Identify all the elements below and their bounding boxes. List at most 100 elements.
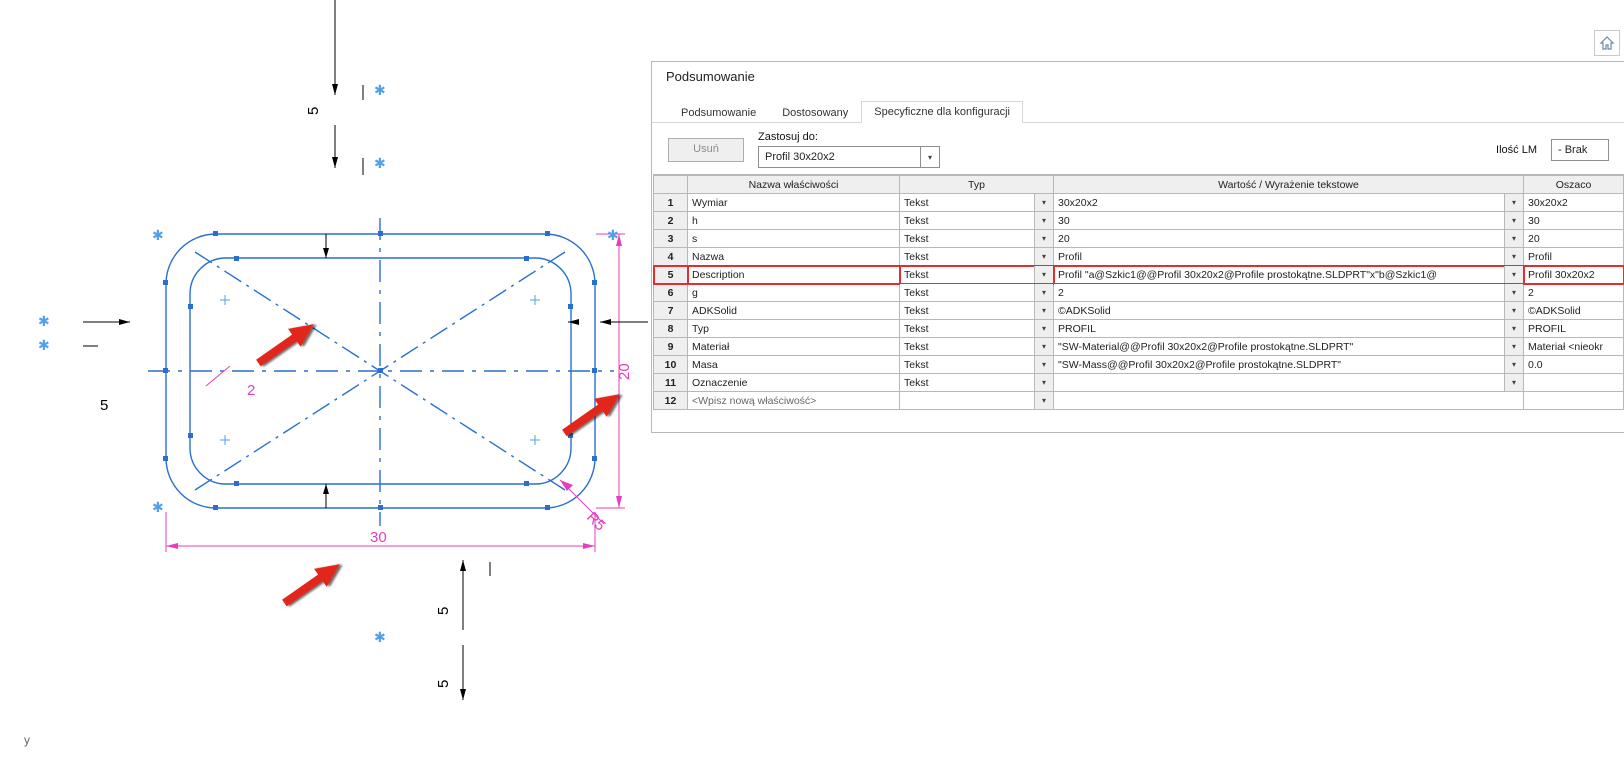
delete-button[interactable]: Usuń: [668, 138, 744, 162]
tab-config-specific[interactable]: Specyficzne dla konfiguracji: [861, 101, 1023, 123]
cell-value[interactable]: ▾: [1054, 374, 1524, 392]
cell-type[interactable]: Tekst▾: [900, 230, 1054, 248]
row-number[interactable]: 1: [654, 194, 688, 212]
col-eval[interactable]: Oszaco: [1524, 176, 1624, 194]
col-value[interactable]: Wartość / Wyrażenie tekstowe: [1054, 176, 1524, 194]
cell-evaluated: PROFIL: [1524, 320, 1624, 338]
cell-value[interactable]: "SW-Mass@@Profil 30x20x2@Profile prostok…: [1054, 356, 1524, 374]
chevron-down-icon[interactable]: ▾: [1504, 212, 1523, 229]
cell-value[interactable]: Profil "a@Szkic1@@Profil 30x20x2@Profile…: [1054, 266, 1524, 284]
chevron-down-icon[interactable]: ▾: [1034, 248, 1053, 265]
row-number[interactable]: 4: [654, 248, 688, 266]
cell-name[interactable]: Typ: [688, 320, 900, 338]
row-number[interactable]: 3: [654, 230, 688, 248]
chevron-down-icon[interactable]: ▾: [1034, 284, 1053, 301]
cell-name[interactable]: Oznaczenie: [688, 374, 900, 392]
cell-type[interactable]: Tekst▾: [900, 194, 1054, 212]
chevron-down-icon[interactable]: ▾: [1034, 392, 1053, 409]
cell-value[interactable]: 30x20x2▾: [1054, 194, 1524, 212]
cell-value[interactable]: ©ADKSolid▾: [1054, 302, 1524, 320]
cell-value[interactable]: [1054, 392, 1524, 410]
chevron-down-icon[interactable]: ▾: [1034, 212, 1053, 229]
cell-name[interactable]: ADKSolid: [688, 302, 900, 320]
chevron-down-icon[interactable]: ▾: [1504, 248, 1523, 265]
dim-left-5: 5 ✱ ✱: [38, 315, 130, 414]
chevron-down-icon[interactable]: ▾: [1034, 302, 1053, 319]
cell-name[interactable]: <Wpisz nową właściwość>: [688, 392, 900, 410]
table-row[interactable]: 1WymiarTekst▾30x20x2▾30x20x2: [654, 194, 1624, 212]
col-name[interactable]: Nazwa właściwości: [688, 176, 900, 194]
cell-value[interactable]: 30▾: [1054, 212, 1524, 230]
chevron-down-icon[interactable]: ▾: [1034, 194, 1053, 211]
table-row[interactable]: 2hTekst▾30▾30: [654, 212, 1624, 230]
cell-name[interactable]: Nazwa: [688, 248, 900, 266]
cell-name[interactable]: Wymiar: [688, 194, 900, 212]
row-number[interactable]: 5: [654, 266, 688, 284]
chevron-down-icon[interactable]: ▾: [1034, 374, 1053, 391]
table-row[interactable]: 4NazwaTekst▾Profil▾Profil: [654, 248, 1624, 266]
row-number[interactable]: 7: [654, 302, 688, 320]
cell-value[interactable]: PROFIL▾: [1054, 320, 1524, 338]
cell-name[interactable]: s: [688, 230, 900, 248]
cell-type[interactable]: Tekst▾: [900, 212, 1054, 230]
table-row[interactable]: 5DescriptionTekst▾Profil "a@Szkic1@@Prof…: [654, 266, 1624, 284]
bom-qty-label: Ilość LM: [1496, 144, 1537, 156]
table-row[interactable]: 12<Wpisz nową właściwość> ▾: [654, 392, 1624, 410]
bom-combo[interactable]: - Brak: [1551, 139, 1609, 161]
cell-type[interactable]: Tekst▾: [900, 302, 1054, 320]
chevron-down-icon[interactable]: ▾: [1504, 302, 1523, 319]
table-row[interactable]: 6gTekst▾2▾2: [654, 284, 1624, 302]
cell-type[interactable]: Tekst▾: [900, 266, 1054, 284]
tab-custom[interactable]: Dostosowany: [769, 102, 861, 123]
cell-type[interactable]: Tekst▾: [900, 338, 1054, 356]
chevron-down-icon[interactable]: ▾: [1504, 284, 1523, 301]
chevron-down-icon[interactable]: ▾: [1034, 338, 1053, 355]
cell-type[interactable]: ▾: [900, 392, 1054, 410]
table-row[interactable]: 8TypTekst▾PROFIL▾PROFIL: [654, 320, 1624, 338]
chevron-down-icon[interactable]: ▾: [1034, 266, 1053, 283]
row-number[interactable]: 8: [654, 320, 688, 338]
col-type[interactable]: Typ: [900, 176, 1054, 194]
row-number[interactable]: 6: [654, 284, 688, 302]
chevron-down-icon[interactable]: ▾: [1034, 356, 1053, 373]
chevron-down-icon[interactable]: ▾: [1504, 266, 1523, 283]
chevron-down-icon[interactable]: ▾: [1504, 320, 1523, 337]
cell-type[interactable]: Tekst▾: [900, 320, 1054, 338]
chevron-down-icon[interactable]: ▾: [1504, 194, 1523, 211]
cell-value[interactable]: Profil▾: [1054, 248, 1524, 266]
cell-value[interactable]: 20▾: [1054, 230, 1524, 248]
config-combo[interactable]: Profil 30x20x2 ▾: [758, 146, 940, 168]
cell-type[interactable]: Tekst▾: [900, 248, 1054, 266]
cell-name[interactable]: g: [688, 284, 900, 302]
row-number[interactable]: 9: [654, 338, 688, 356]
chevron-down-icon[interactable]: ▾: [1504, 230, 1523, 247]
chevron-down-icon[interactable]: ▾: [1504, 338, 1523, 355]
row-number[interactable]: 12: [654, 392, 688, 410]
cell-type[interactable]: Tekst▾: [900, 356, 1054, 374]
table-row[interactable]: 3sTekst▾20▾20: [654, 230, 1624, 248]
row-number[interactable]: 2: [654, 212, 688, 230]
table-row[interactable]: 10MasaTekst▾"SW-Mass@@Profil 30x20x2@Pro…: [654, 356, 1624, 374]
svg-text:✱: ✱: [374, 84, 386, 100]
table-row[interactable]: 11OznaczenieTekst▾▾: [654, 374, 1624, 392]
properties-grid[interactable]: Nazwa właściwości Typ Wartość / Wyrażeni…: [653, 174, 1624, 410]
cell-type[interactable]: Tekst▾: [900, 284, 1054, 302]
cell-name[interactable]: Description: [688, 266, 900, 284]
cell-value[interactable]: 2▾: [1054, 284, 1524, 302]
row-number[interactable]: 11: [654, 374, 688, 392]
home-icon[interactable]: [1594, 30, 1620, 56]
row-number[interactable]: 10: [654, 356, 688, 374]
chevron-down-icon[interactable]: ▾: [1034, 230, 1053, 247]
cell-name[interactable]: h: [688, 212, 900, 230]
tab-summary[interactable]: Podsumowanie: [668, 102, 769, 123]
table-row[interactable]: 9MateriałTekst▾"SW-Material@@Profil 30x2…: [654, 338, 1624, 356]
chevron-down-icon[interactable]: ▾: [920, 147, 939, 167]
cell-name[interactable]: Masa: [688, 356, 900, 374]
chevron-down-icon[interactable]: ▾: [1034, 320, 1053, 337]
chevron-down-icon[interactable]: ▾: [1504, 356, 1523, 373]
cell-value[interactable]: "SW-Material@@Profil 30x20x2@Profile pro…: [1054, 338, 1524, 356]
cell-name[interactable]: Materiał: [688, 338, 900, 356]
chevron-down-icon[interactable]: ▾: [1504, 374, 1523, 391]
cell-type[interactable]: Tekst▾: [900, 374, 1054, 392]
table-row[interactable]: 7ADKSolidTekst▾©ADKSolid▾©ADKSolid: [654, 302, 1624, 320]
